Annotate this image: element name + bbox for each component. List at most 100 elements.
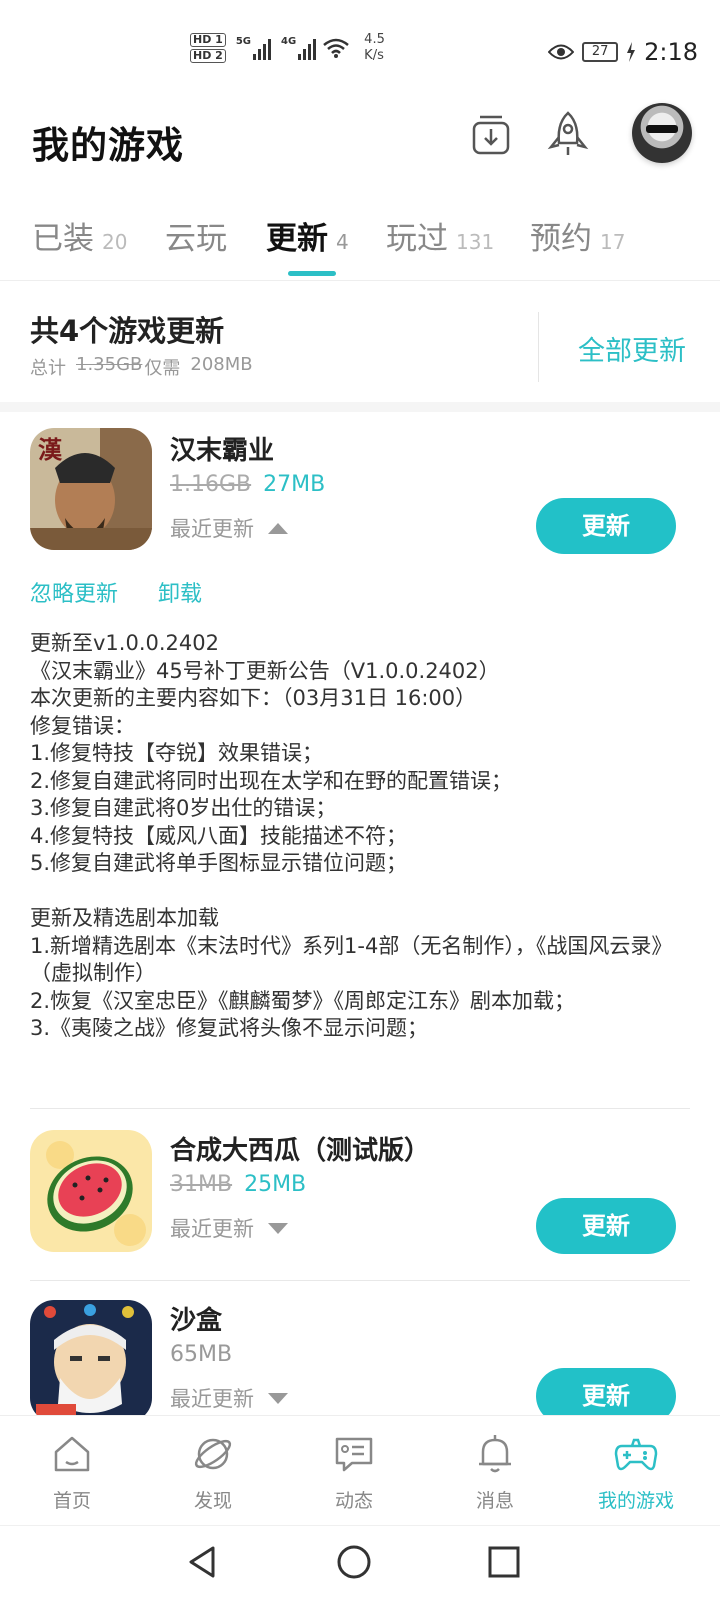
recent-update-label: 最近更新: [170, 1217, 254, 1241]
divider: [30, 1108, 690, 1109]
nav-messages[interactable]: 消息: [423, 1416, 567, 1526]
summary-total: 总计 1.35GB 仅需 208MB: [30, 354, 253, 380]
nav-label: 消息: [475, 1490, 514, 1512]
download-manager-icon[interactable]: [466, 109, 516, 159]
battery-icon: 27: [582, 42, 619, 62]
bottom-nav: 首页 发现 动态 消息 我的游戏: [0, 1415, 720, 1525]
chevron-down-icon: [268, 1222, 288, 1234]
nav-label: 发现: [193, 1490, 232, 1512]
tab-label: 更新: [266, 221, 328, 257]
game-icon-hanmo[interactable]: 漢: [30, 428, 152, 550]
svg-text:漢: 漢: [38, 435, 63, 464]
new-size: 27MB: [263, 472, 326, 497]
home-circle-icon[interactable]: [336, 1544, 372, 1580]
signal-5g-icon: 5G: [236, 36, 271, 60]
tab-label: 已装: [32, 221, 94, 257]
game-size: 31MB 25MB: [170, 1172, 306, 1197]
back-icon[interactable]: [185, 1544, 221, 1580]
game-name: 合成大西瓜（测试版）: [170, 1136, 431, 1166]
eye-icon: [548, 44, 575, 60]
summary-divider: [538, 312, 539, 382]
ignore-update-link[interactable]: 忽略更新: [30, 576, 118, 608]
bell-icon: [479, 1435, 511, 1473]
status-left: HD 1 HD 2 5G 4G 4.5 K/s: [190, 32, 385, 64]
network-speed: 4.5 K/s: [364, 32, 385, 64]
game-size-value: 65MB: [170, 1342, 233, 1367]
old-size: 1.16GB: [170, 472, 252, 497]
uninstall-link[interactable]: 卸载: [158, 576, 202, 608]
nav-my-games[interactable]: 我的游戏: [564, 1416, 708, 1526]
tab-count: 4: [336, 230, 349, 254]
app-header: 我的游戏: [0, 95, 720, 185]
total-old-size: 1.35GB: [76, 354, 143, 375]
game-icon-sandbox[interactable]: [30, 1300, 152, 1422]
recent-update-label: 最近更新: [170, 517, 254, 541]
status-right: 27 2:18: [548, 38, 698, 66]
total-new-size: 208MB: [190, 354, 253, 375]
nav-label: 我的游戏: [597, 1490, 674, 1512]
recent-update-toggle[interactable]: 最近更新: [170, 513, 288, 543]
recent-update-toggle[interactable]: 最近更新: [170, 1383, 288, 1413]
hd1-label: HD 1: [190, 33, 226, 47]
game-size: 65MB: [170, 1342, 232, 1367]
recent-update-toggle[interactable]: 最近更新: [170, 1213, 288, 1243]
tab-label: 玩过: [386, 221, 448, 257]
new-size: 25MB: [244, 1172, 307, 1197]
nav-label: 首页: [52, 1490, 91, 1512]
wifi-icon: [323, 38, 349, 58]
avatar[interactable]: [632, 103, 692, 163]
nav-label: 动态: [334, 1490, 373, 1512]
update-all-button[interactable]: 全部更新: [578, 329, 686, 368]
chevron-up-icon: [268, 522, 288, 534]
tab-count: 131: [456, 230, 495, 254]
tab-reserved[interactable]: 预约 17: [530, 213, 625, 258]
divider: [30, 1280, 690, 1281]
tab-count: 17: [600, 230, 626, 254]
gamepad-icon: [614, 1438, 658, 1471]
nav-feed[interactable]: 动态: [282, 1416, 426, 1526]
game-name: 汉末霸业: [170, 436, 275, 466]
update-notes: 更新至v1.0.0.2402 《汉末霸业》45号补丁更新公告（V1.0.0.24…: [30, 631, 673, 1040]
signal-4g-icon: 4G: [281, 36, 317, 60]
update-summary: 共4个游戏更新 总计 1.35GB 仅需 208MB 全部更新: [0, 282, 720, 412]
discover-icon: [194, 1438, 232, 1470]
update-button[interactable]: 更新: [536, 498, 676, 554]
hd-indicator: HD 1 HD 2: [190, 32, 226, 64]
tab-cloud-play[interactable]: 云玩: [165, 213, 227, 258]
charging-icon: [627, 42, 636, 62]
speed-unit: K/s: [364, 48, 384, 63]
clock: 2:18: [644, 38, 698, 66]
status-bar: HD 1 HD 2 5G 4G 4.5 K/s 27 2:18: [0, 0, 720, 95]
tab-label: 云玩: [165, 221, 227, 257]
feed-icon: [335, 1437, 373, 1472]
hd2-label: HD 2: [190, 49, 226, 63]
nav-home[interactable]: 首页: [0, 1416, 144, 1526]
net2-label: 4G: [281, 36, 297, 47]
game-name: 沙盒: [170, 1306, 223, 1336]
tab-bar: 已装 20 云玩 更新 4 玩过 131 预约 17: [0, 185, 720, 281]
total-prefix: 总计: [30, 358, 66, 379]
recent-update-label: 最近更新: [170, 1387, 254, 1411]
game-actions: 忽略更新 卸载: [30, 576, 202, 608]
old-size: 31MB: [170, 1172, 233, 1197]
tab-count: 20: [102, 230, 128, 254]
game-size: 1.16GB 27MB: [170, 472, 325, 497]
speed-value: 4.5: [364, 32, 385, 47]
net1-label: 5G: [235, 36, 251, 47]
home-icon: [54, 1436, 90, 1472]
recents-icon[interactable]: [486, 1544, 522, 1580]
update-button[interactable]: 更新: [536, 1198, 676, 1254]
total-only-label: 仅需: [144, 358, 181, 379]
active-tab-indicator: [288, 271, 336, 276]
game-icon-watermelon[interactable]: [30, 1130, 152, 1252]
rocket-icon[interactable]: [543, 109, 593, 159]
chevron-down-icon: [268, 1392, 288, 1404]
system-nav-bar: [0, 1525, 720, 1600]
tab-label: 预约: [530, 221, 592, 257]
tab-installed[interactable]: 已装 20: [32, 213, 127, 258]
tab-updates[interactable]: 更新 4: [266, 213, 349, 258]
summary-title: 共4个游戏更新: [30, 314, 225, 348]
tab-played[interactable]: 玩过 131: [386, 213, 494, 258]
page-title: 我的游戏: [32, 124, 184, 167]
nav-discover[interactable]: 发现: [141, 1416, 285, 1526]
